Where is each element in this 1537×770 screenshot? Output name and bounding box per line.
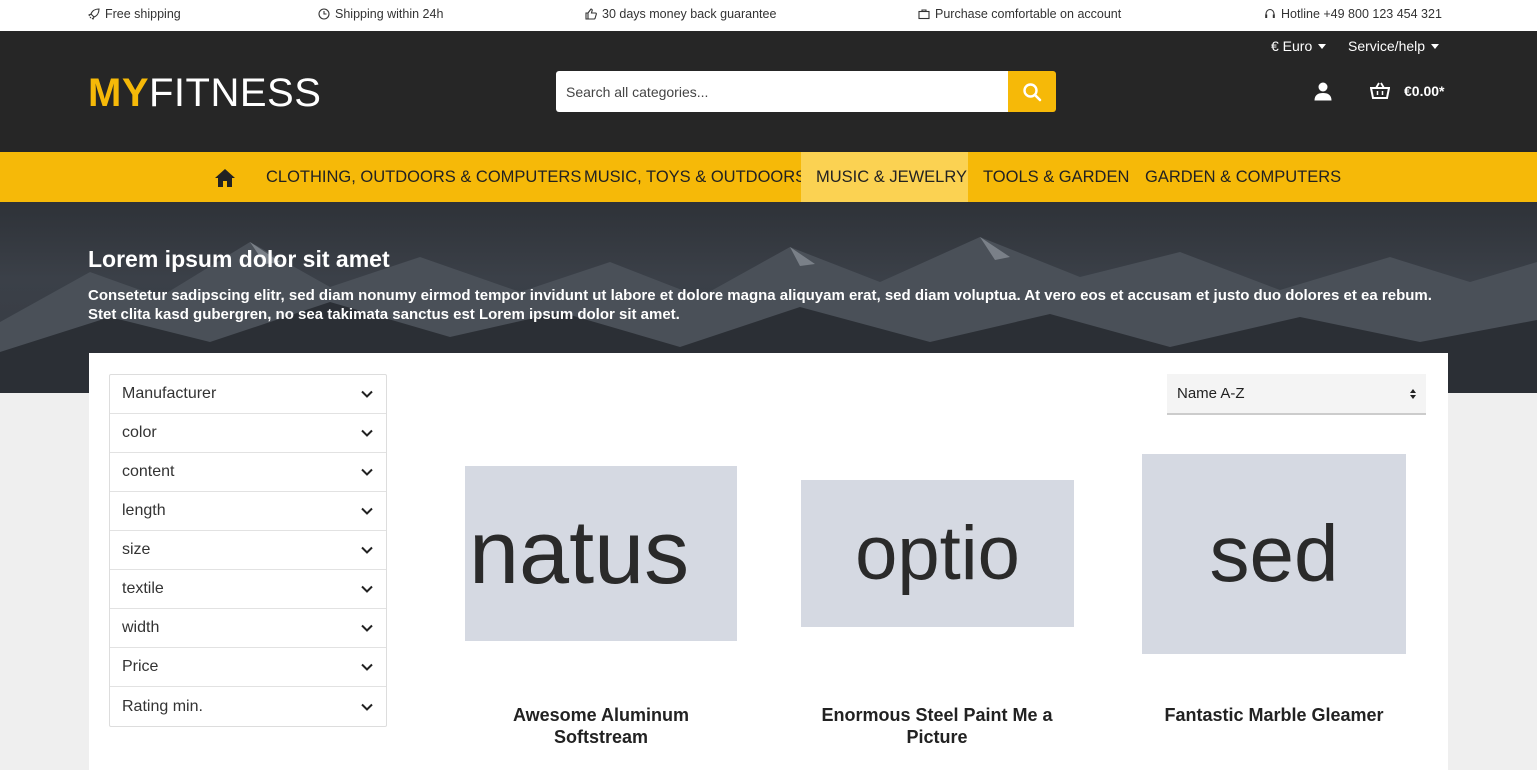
- filter-width[interactable]: width: [110, 609, 386, 648]
- hotline-text: Hotline +49 800 123 454 321: [1281, 7, 1442, 21]
- rocket-icon: [88, 8, 100, 20]
- chevron-down-icon: [361, 429, 373, 437]
- filter-label: size: [122, 541, 151, 558]
- filter-length[interactable]: length: [110, 492, 386, 531]
- filter-manufacturer[interactable]: Manufacturer: [110, 375, 386, 414]
- filter-label: content: [122, 463, 175, 480]
- filter-label: Manufacturer: [122, 385, 217, 402]
- nav-item-clothing-outdoors-computers[interactable]: Clothing, Outdoors & Computers: [251, 152, 596, 202]
- sort-selected-label: Name A-Z: [1177, 385, 1245, 402]
- chevron-down-icon: [361, 390, 373, 398]
- hero-title: Lorem ipsum dolor sit amet: [88, 246, 390, 272]
- cart-total: €0.00*: [1404, 83, 1445, 99]
- headset-icon: [1265, 8, 1275, 18]
- currency-label: € Euro: [1271, 38, 1313, 54]
- chevron-down-icon: [361, 624, 373, 632]
- user-icon: [1314, 82, 1332, 101]
- search-input[interactable]: [556, 71, 1008, 112]
- hotline-info[interactable]: Hotline +49 800 123 454 321: [1264, 7, 1442, 21]
- service-label: Service/help: [1348, 38, 1426, 54]
- nav-item-tools-garden[interactable]: Tools & Garden: [968, 152, 1144, 202]
- search-bar: [556, 71, 1056, 112]
- site-header: MYFITNESS € Euro Service/help €0.00*: [0, 31, 1537, 152]
- filter-color[interactable]: color: [110, 414, 386, 453]
- product-listing-panel: Manufacturer color content length size t…: [89, 353, 1448, 770]
- product-name[interactable]: Enormous Steel Paint Me a Picture: [802, 704, 1072, 748]
- product-image[interactable]: natus: [465, 466, 737, 641]
- free-shipping-info: Free shipping: [88, 7, 181, 21]
- hero-description: Consetetur sadipscing elitr, sed diam no…: [88, 287, 1432, 323]
- product-name[interactable]: Fantastic Marble Gleamer: [1139, 704, 1409, 726]
- guarantee-text: 30 days money back guarantee: [602, 7, 777, 21]
- delivery-info: Shipping within 24h: [318, 7, 443, 21]
- filter-textile[interactable]: textile: [110, 570, 386, 609]
- account-button[interactable]: [1313, 81, 1333, 106]
- delivery-text: Shipping within 24h: [335, 7, 444, 21]
- thumbs-up-icon: [585, 8, 597, 20]
- chevron-down-icon: [361, 468, 373, 476]
- chevron-down-icon: [361, 585, 373, 593]
- top-info-bar: Free shipping Shipping within 24h 30 day…: [0, 0, 1537, 31]
- chevron-down-icon: [1318, 43, 1327, 49]
- filter-content[interactable]: content: [110, 453, 386, 492]
- filter-label: width: [122, 619, 160, 636]
- home-button[interactable]: [214, 168, 236, 193]
- filter-label: textile: [122, 580, 164, 597]
- sort-select[interactable]: Name A-Z: [1167, 374, 1426, 415]
- currency-dropdown[interactable]: € Euro: [1271, 38, 1327, 54]
- free-shipping-text: Free shipping: [105, 7, 181, 21]
- nav-item-music-toys-outdoors[interactable]: Music, Toys & Outdoors: [569, 152, 821, 202]
- product-name[interactable]: Awesome Aluminum Softstream: [466, 704, 736, 748]
- filter-size[interactable]: size: [110, 531, 386, 570]
- select-arrows-icon: [1410, 388, 1416, 399]
- product-image[interactable]: optio: [801, 480, 1074, 627]
- product-image[interactable]: sed: [1142, 454, 1406, 654]
- nav-item-music-jewelry[interactable]: Music & Jewelry: [801, 152, 968, 202]
- basket-icon: [1370, 82, 1390, 99]
- filter-label: color: [122, 424, 157, 441]
- filter-price[interactable]: Price: [110, 648, 386, 687]
- chevron-down-icon: [361, 507, 373, 515]
- product-image-text: natus: [469, 503, 690, 603]
- filter-rating-min[interactable]: Rating min.: [110, 687, 386, 726]
- guarantee-info: 30 days money back guarantee: [585, 7, 776, 21]
- filter-panel: Manufacturer color content length size t…: [109, 374, 387, 727]
- search-button[interactable]: [1008, 71, 1056, 112]
- logo-bold-part: MY: [88, 71, 149, 115]
- chevron-down-icon: [361, 703, 373, 711]
- cart-button[interactable]: €0.00*: [1370, 82, 1444, 100]
- search-icon: [1023, 82, 1042, 101]
- home-icon: [215, 169, 235, 187]
- site-logo[interactable]: MYFITNESS: [88, 71, 321, 115]
- product-image-text: sed: [1209, 509, 1339, 598]
- account-purchase-info: Purchase comfortable on account: [918, 7, 1121, 21]
- chevron-down-icon: [361, 546, 373, 554]
- filter-label: Rating min.: [122, 697, 203, 715]
- clock-icon: [318, 8, 330, 20]
- account-purchase-text: Purchase comfortable on account: [935, 7, 1122, 21]
- chevron-down-icon: [361, 663, 373, 671]
- service-dropdown[interactable]: Service/help: [1348, 38, 1440, 54]
- filter-label: length: [122, 502, 166, 519]
- chevron-down-icon: [1431, 43, 1440, 49]
- product-image-text: optio: [855, 511, 1020, 596]
- main-navigation: Clothing, Outdoors & Computers Music, To…: [0, 152, 1537, 202]
- nav-item-garden-computers[interactable]: Garden & Computers: [1130, 152, 1356, 202]
- briefcase-icon: [918, 9, 930, 20]
- filter-label: Price: [122, 658, 159, 675]
- logo-light-part: FITNESS: [149, 71, 322, 115]
